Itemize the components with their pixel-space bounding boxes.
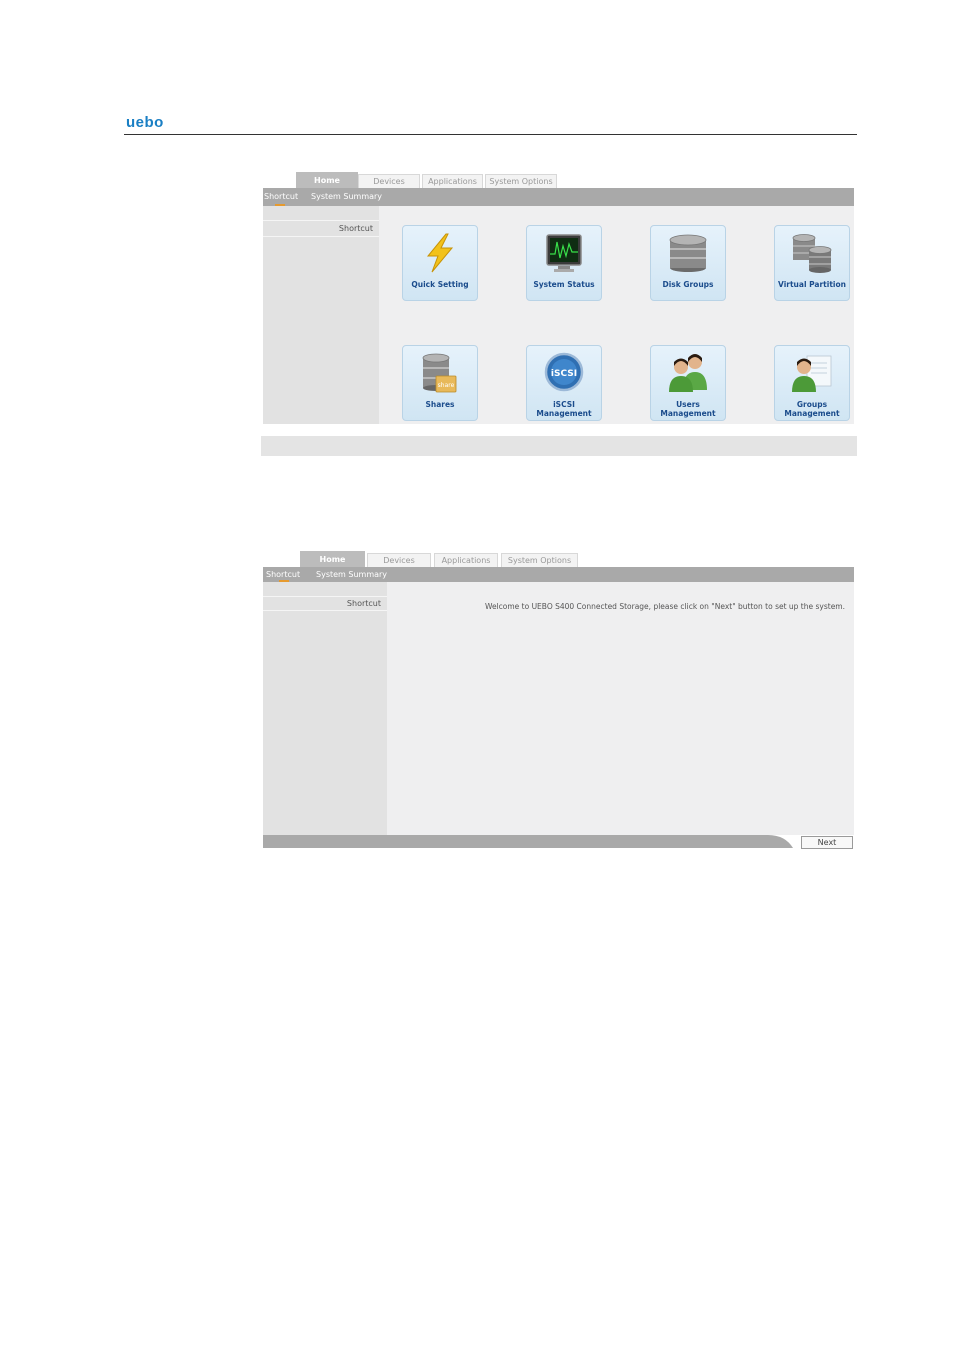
bottom-bar <box>263 835 793 848</box>
iscsi-badge-text: iSCSI <box>551 369 577 379</box>
sidebar-divider <box>263 220 379 221</box>
tab-applications[interactable]: Applications <box>422 174 483 188</box>
lightning-icon <box>426 233 454 273</box>
welcome-message: Welcome to UEBO S400 Connected Storage, … <box>484 602 845 611</box>
tab-devices[interactable]: Devices <box>367 553 431 567</box>
share-icon: share <box>422 353 457 393</box>
users-icon <box>669 354 707 392</box>
sub-navigation: Shortcut System Summary <box>263 188 854 206</box>
tile-label: Shares <box>425 400 455 409</box>
next-button[interactable]: Next <box>801 836 853 849</box>
tab-system-options[interactable]: System Options <box>485 174 557 188</box>
subnav-system-summary[interactable]: System Summary <box>316 567 387 582</box>
iscsi-icon: iSCSI <box>544 352 584 392</box>
tile-system-status[interactable]: System Status <box>526 225 602 301</box>
tab-system-options[interactable]: System Options <box>501 553 578 567</box>
tab-home[interactable]: Home <box>296 172 358 188</box>
caption-bar <box>261 436 857 456</box>
sidebar-item-shortcut[interactable]: Shortcut <box>339 224 373 233</box>
tile-virtual-partition[interactable]: Virtual Partition <box>774 225 850 301</box>
screenshot-shortcut-panel: Home Devices Applications System Options… <box>263 172 854 424</box>
monitor-icon <box>546 234 582 272</box>
sidebar-divider <box>263 236 379 237</box>
tab-applications[interactable]: Applications <box>434 553 498 567</box>
shortcut-grid: Quick Setting System Status Disk Groups … <box>379 206 854 424</box>
welcome-content: Welcome to UEBO S400 Connected Storage, … <box>387 582 854 835</box>
subnav-system-summary[interactable]: System Summary <box>311 188 382 206</box>
tile-users-management[interactable]: Users Management <box>650 345 726 421</box>
tile-groups-management[interactable]: Groups Management <box>774 345 850 421</box>
sidebar: Shortcut <box>263 582 387 835</box>
uebo-logo: uebo <box>126 114 164 131</box>
tile-label: Users Management <box>660 400 716 418</box>
tile-iscsi-management[interactable]: iSCSI iSCSI Management <box>526 345 602 421</box>
screenshot-welcome-panel: Home Devices Applications System Options… <box>263 551 854 849</box>
sub-navigation: Shortcut System Summary <box>263 567 854 582</box>
header-rule <box>124 134 857 135</box>
groups-icon <box>792 355 832 392</box>
sidebar-item-shortcut[interactable]: Shortcut <box>347 599 381 608</box>
tile-quick-setting[interactable]: Quick Setting <box>402 225 478 301</box>
main-tabs: Home Devices Applications System Options <box>263 551 854 567</box>
tab-home[interactable]: Home <box>300 551 365 567</box>
tile-shares[interactable]: share Shares <box>402 345 478 421</box>
tile-label: Groups Management <box>784 400 840 418</box>
tile-disk-groups[interactable]: Disk Groups <box>650 225 726 301</box>
main-tabs: Home Devices Applications System Options <box>263 172 854 188</box>
tile-label: Quick Setting <box>411 280 469 289</box>
share-badge-text: share <box>438 382 455 389</box>
tile-label: System Status <box>533 280 595 289</box>
tile-label: iSCSI Management <box>536 400 592 418</box>
tile-label: Virtual Partition <box>778 280 846 289</box>
sidebar: Shortcut <box>263 206 379 424</box>
disk-stack-icon <box>669 234 707 272</box>
tab-devices[interactable]: Devices <box>358 174 420 188</box>
sidebar-divider <box>263 610 387 611</box>
sidebar-divider <box>263 596 387 597</box>
virtual-partition-icon <box>792 234 832 273</box>
tile-label: Disk Groups <box>662 280 714 289</box>
